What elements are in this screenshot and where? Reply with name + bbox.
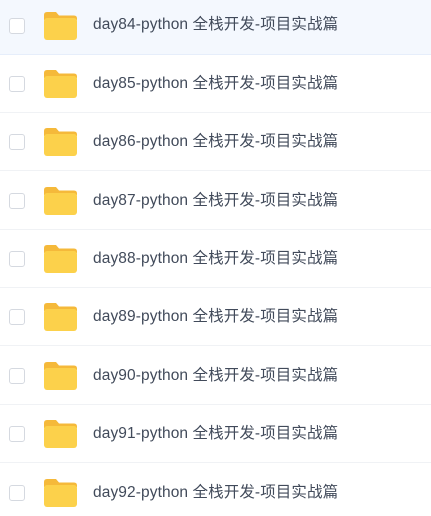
folder-icon [43, 302, 78, 332]
file-name[interactable]: day91-python 全栈开发-项目实战篇 [93, 424, 338, 444]
row-checkbox[interactable] [9, 18, 25, 34]
file-name[interactable]: day87-python 全栈开发-项目实战篇 [93, 191, 338, 211]
row-checkbox[interactable] [9, 251, 25, 267]
file-row[interactable]: day91-python 全栈开发-项目实战篇 [0, 405, 431, 463]
file-name[interactable]: day90-python 全栈开发-项目实战篇 [93, 366, 338, 386]
row-checkbox[interactable] [9, 134, 25, 150]
row-checkbox[interactable] [9, 485, 25, 501]
file-name[interactable]: day85-python 全栈开发-项目实战篇 [93, 74, 338, 94]
file-row[interactable]: day89-python 全栈开发-项目实战篇 [0, 288, 431, 346]
folder-icon [43, 186, 78, 216]
row-checkbox[interactable] [9, 309, 25, 325]
folder-icon [43, 419, 78, 449]
row-checkbox[interactable] [9, 193, 25, 209]
file-name[interactable]: day86-python 全栈开发-项目实战篇 [93, 132, 338, 152]
file-name[interactable]: day84-python 全栈开发-项目实战篇 [93, 15, 338, 35]
folder-icon [43, 361, 78, 391]
file-name[interactable]: day92-python 全栈开发-项目实战篇 [93, 483, 338, 503]
folder-icon [43, 69, 78, 99]
file-name[interactable]: day88-python 全栈开发-项目实战篇 [93, 249, 338, 269]
file-name[interactable]: day89-python 全栈开发-项目实战篇 [93, 307, 338, 327]
folder-icon [43, 11, 78, 41]
row-checkbox[interactable] [9, 368, 25, 384]
row-checkbox[interactable] [9, 426, 25, 442]
file-row[interactable]: day92-python 全栈开发-项目实战篇 [0, 464, 431, 516]
row-checkbox[interactable] [9, 76, 25, 92]
file-list: day84-python 全栈开发-项目实战篇 day85-python 全栈开… [0, 0, 431, 516]
folder-icon [43, 478, 78, 508]
folder-icon [43, 127, 78, 157]
file-row[interactable]: day87-python 全栈开发-项目实战篇 [0, 172, 431, 230]
file-row[interactable]: day84-python 全栈开发-项目实战篇 [0, 0, 431, 55]
file-row[interactable]: day86-python 全栈开发-项目实战篇 [0, 113, 431, 171]
file-row[interactable]: day90-python 全栈开发-项目实战篇 [0, 347, 431, 405]
file-row[interactable]: day85-python 全栈开发-项目实战篇 [0, 55, 431, 113]
file-row[interactable]: day88-python 全栈开发-项目实战篇 [0, 230, 431, 288]
folder-icon [43, 244, 78, 274]
